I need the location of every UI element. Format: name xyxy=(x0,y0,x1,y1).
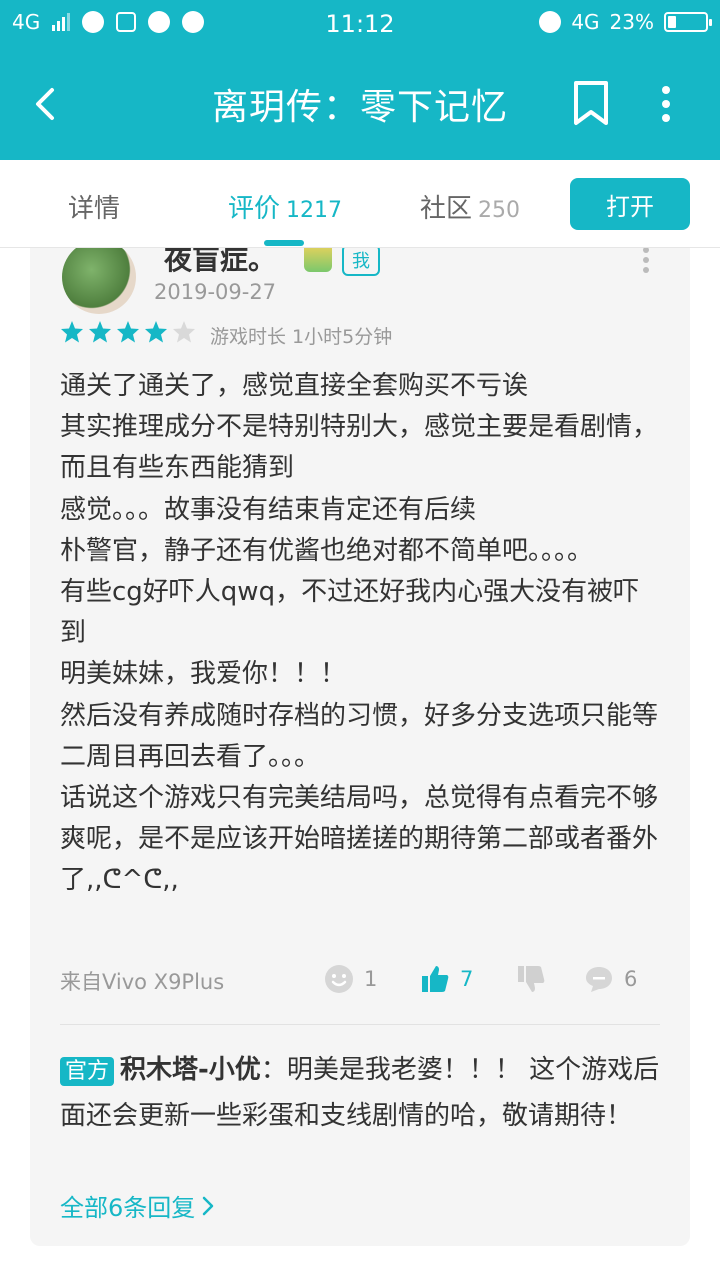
tab-bar: 详情 评价 1217 社区 250 打开 xyxy=(0,160,720,248)
funny-count: 1 xyxy=(364,967,378,991)
star-filled-icon xyxy=(145,321,167,343)
user-level-badge-icon xyxy=(304,248,332,272)
like-count: 7 xyxy=(460,967,474,991)
review-username[interactable]: 夜盲症。 xyxy=(164,248,276,278)
official-reply[interactable]: 官方 积木塔-小优：明美是我老婆！！！ 这个游戏后面还会更新一些彩蛋和支线剧情的哈… xyxy=(60,1048,660,1139)
review-line: 其实推理成分不是特别特别大，感觉主要是看剧情，而且有些东西能猜到 xyxy=(60,412,659,484)
star-rating xyxy=(60,320,196,344)
star-empty-icon xyxy=(173,321,195,343)
tab-community-label: 社区 xyxy=(420,194,473,224)
app-bar: 离玥传：零下记忆 xyxy=(0,50,720,160)
network-type-right: 4G xyxy=(571,10,600,34)
status-right: 4G 23% xyxy=(539,10,712,34)
battery-icon xyxy=(664,12,712,32)
alarm-icon xyxy=(539,11,562,33)
tab-reviews-label: 评价 xyxy=(228,194,281,224)
comment-button[interactable]: 6 xyxy=(584,964,637,994)
review-line: 朴警官，静子还有优酱也绝对都不简单吧。。。。 xyxy=(60,535,594,566)
tab-community[interactable]: 社区 250 xyxy=(420,188,520,225)
status-bar: 4G 11:12 4G 23% xyxy=(0,0,720,50)
battery-percent: 23% xyxy=(609,10,654,34)
review-line: 有些cg好吓人qwq，不过还好我内心强大没有被吓到 xyxy=(60,577,640,649)
star-filled-icon xyxy=(117,321,139,343)
smile-icon xyxy=(325,965,353,993)
review-card: 夜盲症。 我 2019-09-27 游戏时长 1小时5分钟 通关了通关了，感觉直… xyxy=(30,248,690,1246)
me-tag: 我 xyxy=(342,248,380,276)
tab-details-label: 详情 xyxy=(68,194,121,224)
page-title: 离玥传：零下记忆 xyxy=(211,87,508,128)
comment-icon xyxy=(586,967,612,992)
review-date: 2019-09-27 xyxy=(154,280,277,304)
more-options-icon[interactable] xyxy=(654,84,678,124)
review-line: 明美妹妹，我爱你！！！ xyxy=(60,659,347,690)
review-line: 话说这个游戏只有完美结局吗，总觉得有点看完不够爽呢，是不是应该开始暗搓搓的期待第… xyxy=(60,783,659,896)
review-text[interactable]: 通关了通关了，感觉直接全套购买不亏诶其实推理成分不是特别特别大，感觉主要是看剧情… xyxy=(60,366,660,902)
like-button[interactable]: 7 xyxy=(420,964,473,994)
all-replies-link[interactable]: 全部6条回复 xyxy=(60,1188,215,1223)
review-line: 通关了通关了，感觉直接全套购买不亏诶 xyxy=(60,371,529,401)
star-filled-icon xyxy=(89,321,111,343)
tab-reviews[interactable]: 评价 1217 xyxy=(228,188,342,225)
tab-details[interactable]: 详情 xyxy=(68,188,120,225)
tab-reviews-count: 1217 xyxy=(286,198,343,223)
divider xyxy=(60,1024,660,1025)
thumbs-down-icon xyxy=(518,966,545,992)
avatar[interactable] xyxy=(62,248,136,314)
dislike-button[interactable] xyxy=(516,964,546,994)
tab-community-count: 250 xyxy=(478,198,521,223)
review-more-icon[interactable] xyxy=(642,248,650,274)
device-info: 来自Vivo X9Plus xyxy=(60,970,225,994)
official-tag: 官方 xyxy=(60,1057,115,1086)
review-line: 然后没有养成随时存档的习惯，好多分支选项只能等二周目再回去看了。。。 xyxy=(60,700,659,772)
open-button[interactable]: 打开 xyxy=(570,178,690,230)
star-filled-icon xyxy=(61,321,83,343)
bookmark-icon[interactable] xyxy=(572,80,610,126)
funny-button[interactable]: 1 xyxy=(324,964,377,994)
thumbs-up-icon xyxy=(422,966,449,992)
all-replies-label: 全部6条回复 xyxy=(60,1194,196,1222)
back-arrow-icon[interactable] xyxy=(28,84,68,124)
active-tab-indicator xyxy=(264,240,304,246)
review-line: 感觉。。。故事没有结束肯定还有后续 xyxy=(60,494,477,525)
playtime: 游戏时长 1小时5分钟 xyxy=(210,326,393,348)
comment-count: 6 xyxy=(624,967,638,991)
chevron-right-icon xyxy=(203,1196,214,1215)
reply-author[interactable]: 积木塔-小优 xyxy=(120,1055,261,1085)
